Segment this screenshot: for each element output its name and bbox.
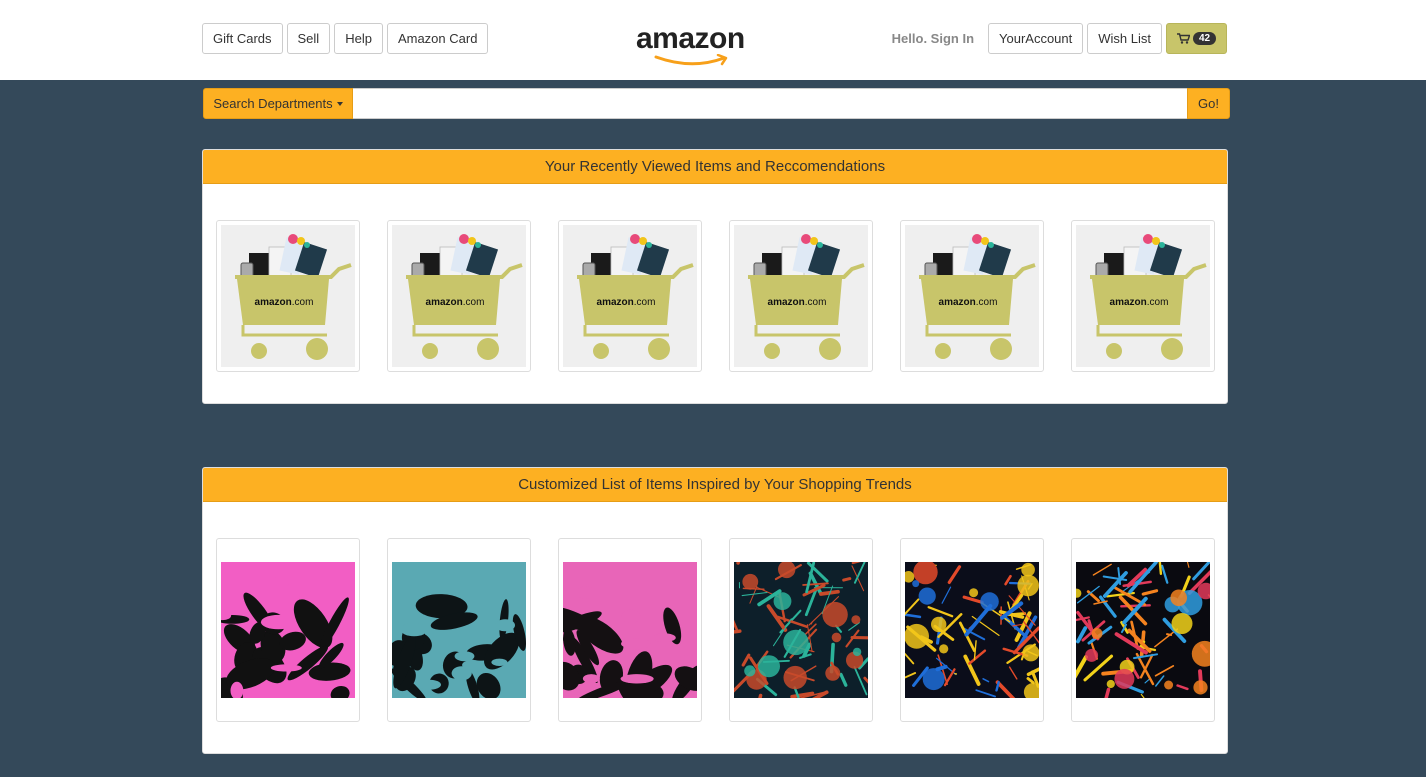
amazon-cart-image: amazon.com bbox=[221, 225, 355, 367]
wish-list-button[interactable]: Wish List bbox=[1087, 23, 1162, 54]
amazon-logo[interactable]: amazon bbox=[636, 22, 756, 68]
nav-left-group: Gift Cards Sell Help Amazon Card bbox=[202, 23, 489, 54]
cart-brand-label: amazon.com bbox=[426, 297, 485, 308]
amazon-cart-image: amazon.com bbox=[392, 225, 526, 367]
cart-brand-label: amazon.com bbox=[255, 297, 314, 308]
logo-wordmark: amazon bbox=[636, 22, 745, 55]
caret-down-icon bbox=[336, 101, 343, 106]
customized-list bbox=[216, 538, 1215, 722]
sell-button[interactable]: Sell bbox=[286, 23, 331, 54]
cart-brand-label: amazon.com bbox=[597, 297, 656, 308]
sign-in-link[interactable]: Hello. Sign In bbox=[892, 31, 974, 46]
customized-list-heading: Customized List of Items Inspired by You… bbox=[203, 468, 1227, 502]
departments-label: Search Departments bbox=[213, 96, 333, 111]
search-bar: Search Departments Go! bbox=[203, 88, 1230, 119]
custom-item-tile[interactable] bbox=[1071, 538, 1215, 722]
custom-item-tile[interactable] bbox=[729, 538, 873, 722]
recent-item-tile[interactable]: amazon.com bbox=[729, 220, 873, 372]
go-button[interactable]: Go! bbox=[1187, 88, 1230, 119]
amazon-card-button[interactable]: Amazon Card bbox=[386, 23, 489, 54]
amazon-cart-image: amazon.com bbox=[1076, 225, 1210, 367]
cart-count-badge: 42 bbox=[1192, 32, 1217, 45]
amazon-cart-image: amazon.com bbox=[905, 225, 1039, 367]
recent-item-tile[interactable]: amazon.com bbox=[216, 220, 360, 372]
recent-item-tile[interactable]: amazon.com bbox=[387, 220, 531, 372]
custom-item-tile[interactable] bbox=[387, 538, 531, 722]
search-departments-dropdown[interactable]: Search Departments bbox=[203, 88, 353, 119]
recent-item-tile[interactable]: amazon.com bbox=[900, 220, 1044, 372]
help-button[interactable]: Help bbox=[334, 23, 383, 54]
cart-brand-label: amazon.com bbox=[1110, 297, 1169, 308]
customized-list-panel: Customized List of Items Inspired by You… bbox=[202, 467, 1228, 754]
nav-right-group: Hello. Sign In YourAccount Wish List 42 bbox=[892, 23, 1227, 54]
search-input[interactable] bbox=[353, 88, 1187, 119]
amazon-cart-image: amazon.com bbox=[563, 225, 697, 367]
recent-item-tile[interactable]: amazon.com bbox=[558, 220, 702, 372]
top-navbar: Gift Cards Sell Help Amazon Card amazon … bbox=[0, 0, 1426, 80]
custom-item-tile[interactable] bbox=[216, 538, 360, 722]
gift-cards-button[interactable]: Gift Cards bbox=[202, 23, 283, 54]
recently-viewed-panel: Your Recently Viewed Items and Reccomend… bbox=[202, 149, 1228, 404]
abstract-splatter-sunset-image bbox=[1076, 562, 1210, 698]
cart-button[interactable]: 42 bbox=[1166, 23, 1227, 54]
amazon-cart-image: amazon.com bbox=[734, 225, 868, 367]
recently-viewed-list: amazon.com amazon.com amazon.com amazon.com… bbox=[216, 220, 1215, 372]
custom-item-tile[interactable] bbox=[558, 538, 702, 722]
recently-viewed-heading: Your Recently Viewed Items and Reccomend… bbox=[203, 150, 1227, 184]
recent-item-tile[interactable]: amazon.com bbox=[1071, 220, 1215, 372]
cart-brand-label: amazon.com bbox=[939, 297, 998, 308]
logo-smile-icon bbox=[654, 54, 728, 66]
abstract-splatter-green-image bbox=[734, 562, 868, 698]
cart-brand-label: amazon.com bbox=[768, 297, 827, 308]
your-account-button[interactable]: YourAccount bbox=[988, 23, 1084, 54]
abstract-leaves-pink-image bbox=[221, 562, 355, 698]
custom-item-tile[interactable] bbox=[900, 538, 1044, 722]
abstract-leaves-teal-image bbox=[392, 562, 526, 698]
abstract-leaves-pink-dark-image bbox=[563, 562, 697, 698]
cart-icon bbox=[1176, 33, 1190, 44]
abstract-splatter-rainbow-image bbox=[905, 562, 1039, 698]
